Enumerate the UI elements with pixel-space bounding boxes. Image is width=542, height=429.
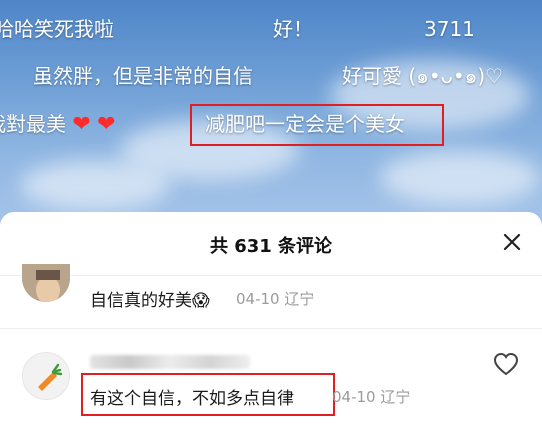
divider (0, 328, 542, 329)
highlight-box (81, 373, 335, 416)
danmaku-item: 虽然胖，但是非常的自信 (33, 64, 253, 88)
comments-count-title: 共 631 条评论 (209, 236, 333, 257)
comment-text: 自信真的好美😱 (90, 291, 210, 311)
avatar[interactable] (22, 352, 70, 400)
heart-outline-icon[interactable] (493, 352, 519, 376)
highlight-box (190, 104, 444, 146)
username-redacted[interactable] (90, 355, 250, 369)
comment-meta: 04-10 辽宁 (236, 290, 315, 308)
heart-icon: ❤ (97, 112, 116, 137)
shocked-emoji-icon: 😱 (192, 291, 210, 311)
danmaku-item: 好可愛 (๑•ᴗ•๑)♡ (342, 64, 504, 88)
heart-icon: ❤ (72, 112, 91, 137)
close-icon[interactable] (502, 232, 522, 252)
comment-meta: 04-10 辽宁 (332, 388, 411, 406)
danmaku-item: 好！ (273, 17, 313, 41)
danmaku-item: 3711 (424, 17, 475, 41)
danmaku-item: 哈哈笑死我啦 (0, 17, 114, 41)
divider (0, 275, 542, 276)
video-player[interactable]: 哈哈笑死我啦 好！ 3711 虽然胖，但是非常的自信 好可愛 (๑•ᴗ•๑)♡ … (0, 0, 542, 235)
danmaku-text: 我對最美 (0, 112, 66, 136)
danmaku-item: 我對最美 ❤ ❤ (0, 114, 116, 136)
